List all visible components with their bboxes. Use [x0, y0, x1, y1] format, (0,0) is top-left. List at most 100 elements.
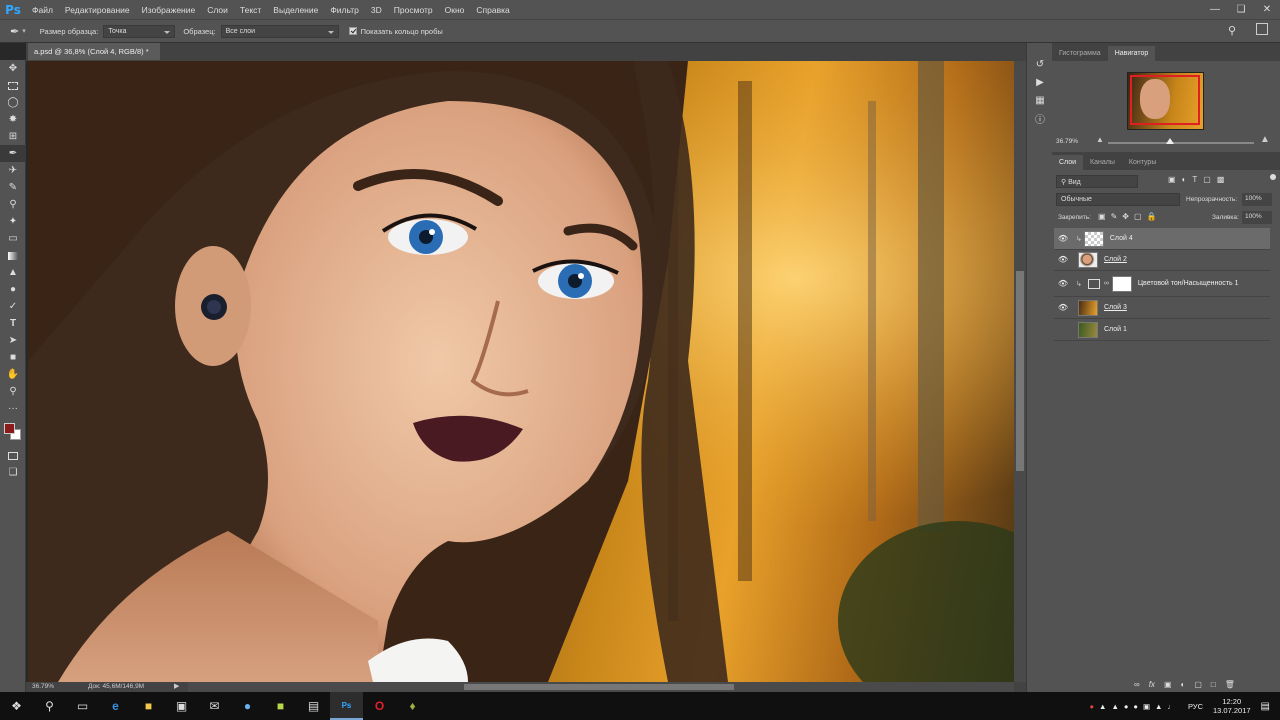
games-app-icon[interactable]: ♦: [396, 692, 429, 720]
move-tool-icon[interactable]: ✥: [0, 60, 26, 77]
brush-tool-icon[interactable]: ✎: [0, 179, 26, 196]
opera-browser-icon[interactable]: O: [363, 692, 396, 720]
close-icon[interactable]: ✕: [1254, 0, 1280, 19]
filter-adjustment-icon[interactable]: ◐: [1182, 175, 1187, 184]
tool-preset-chevron-icon[interactable]: ▾: [22, 27, 26, 35]
zoom-out-icon[interactable]: ▲: [1096, 135, 1104, 144]
menu-view[interactable]: Просмотр: [388, 5, 439, 15]
task-view-icon[interactable]: ▭: [66, 692, 99, 720]
filter-type-icon[interactable]: T: [1192, 175, 1197, 184]
delete-layer-icon[interactable]: 🗑: [1225, 680, 1235, 689]
tab-paths[interactable]: Контуры: [1122, 155, 1163, 170]
horizontal-scrollbar[interactable]: [188, 682, 1014, 692]
color-swatches[interactable]: [0, 417, 26, 447]
lock-artboard-icon[interactable]: ▢: [1134, 212, 1142, 221]
menu-help[interactable]: Справка: [470, 5, 515, 15]
eyedropper-tool-icon[interactable]: ✒: [10, 25, 19, 38]
status-arrow-icon[interactable]: ▶: [174, 682, 179, 690]
vertical-scrollbar[interactable]: [1014, 61, 1026, 682]
menu-3d[interactable]: 3D: [365, 5, 388, 15]
type-tool-icon[interactable]: T: [0, 315, 26, 332]
start-windows-icon[interactable]: ❖: [0, 692, 33, 720]
properties-panel-icon[interactable]: ▦: [1027, 91, 1053, 109]
search-icon[interactable]: ⚲: [33, 692, 66, 720]
language-indicator[interactable]: РУС: [1188, 702, 1203, 711]
filter-smart-object-icon[interactable]: ▩: [1217, 175, 1225, 184]
path-selection-icon[interactable]: ➤: [0, 332, 26, 349]
actions-play-icon[interactable]: ▶: [1027, 73, 1053, 91]
layer-visibility-icon[interactable]: 👁: [1054, 234, 1072, 243]
edge-browser-icon[interactable]: e: [99, 692, 132, 720]
opacity-value[interactable]: 100%: [1242, 193, 1272, 206]
menu-filter[interactable]: Фильтр: [324, 5, 365, 15]
new-adjustment-icon[interactable]: ◐: [1181, 680, 1186, 689]
screen-mode-icon[interactable]: ❏: [0, 464, 26, 481]
menu-layer[interactable]: Слои: [201, 5, 234, 15]
dodge-tool-icon[interactable]: ●: [0, 281, 26, 298]
clock[interactable]: 12:20 13.07.2017: [1213, 697, 1251, 715]
pen-tool-icon[interactable]: ✓: [0, 298, 26, 315]
workspace-icon[interactable]: [1256, 23, 1268, 35]
more-tools-icon[interactable]: ···: [0, 400, 26, 417]
navigator-thumbnail[interactable]: [1127, 72, 1204, 130]
navigator-zoom-thumb[interactable]: [1166, 138, 1174, 144]
menu-image[interactable]: Изображение: [136, 5, 202, 15]
mail-icon[interactable]: ✉: [198, 692, 231, 720]
gradient-tool-icon[interactable]: [0, 247, 26, 264]
layer-visibility-icon[interactable]: 👁: [1054, 279, 1072, 288]
marquee-tool-icon[interactable]: [0, 77, 26, 94]
kind-filter-dropdown[interactable]: ⚲ Вид: [1056, 175, 1138, 188]
zoom-in-icon[interactable]: ▲: [1260, 134, 1270, 145]
healing-brush-icon[interactable]: ✈: [0, 162, 26, 179]
navigator-view-box[interactable]: [1130, 75, 1200, 125]
zoom-readout[interactable]: 36.79%: [32, 683, 54, 690]
eraser-tool-icon[interactable]: ▭: [0, 230, 26, 247]
hand-tool-icon[interactable]: ✋: [0, 366, 26, 383]
document-tab[interactable]: a.psd @ 36,8% (Слой 4, RGB/8) *: [28, 43, 160, 60]
info-panel-icon[interactable]: ⓘ: [1027, 109, 1053, 127]
layer-row-4[interactable]: 👁 ↳ Слой 4: [1054, 228, 1270, 250]
restore-icon[interactable]: ❏: [1228, 0, 1254, 19]
filter-shape-icon[interactable]: ▢: [1203, 175, 1211, 184]
photoshop-taskbar-icon[interactable]: Ps: [330, 692, 363, 720]
history-brush-icon[interactable]: ✦: [0, 213, 26, 230]
layer-visibility-icon[interactable]: 👁: [1054, 255, 1072, 264]
file-explorer-icon[interactable]: ■: [132, 692, 165, 720]
menu-window[interactable]: Окно: [439, 5, 471, 15]
layer-row-1[interactable]: Слой 1: [1054, 319, 1270, 341]
tray-app-icons[interactable]: ●▲▲●●▣▲♩: [1090, 702, 1180, 711]
filter-pixel-icon[interactable]: ▣: [1168, 175, 1176, 184]
tab-layers[interactable]: Слои: [1052, 155, 1084, 170]
history-panel-icon[interactable]: ↺: [1027, 55, 1053, 73]
navigator-zoom-slider[interactable]: [1108, 138, 1254, 144]
eyedropper-icon[interactable]: ✒: [0, 145, 26, 162]
quick-mask-icon[interactable]: [0, 447, 26, 464]
notifications-icon[interactable]: ▤: [1261, 701, 1270, 712]
search-icon[interactable]: ⚲: [1228, 24, 1236, 37]
blend-mode-dropdown[interactable]: Обычные: [1056, 193, 1180, 206]
menu-file[interactable]: Файл: [26, 5, 59, 15]
show-ring-checkbox[interactable]: [348, 27, 357, 35]
lock-transparent-icon[interactable]: ▣: [1098, 212, 1106, 221]
tab-histogram[interactable]: Гистограмма: [1052, 46, 1108, 61]
fill-value[interactable]: 100%: [1242, 211, 1272, 224]
notes-app-icon[interactable]: ■: [264, 692, 297, 720]
layer-style-icon[interactable]: fx: [1149, 680, 1155, 689]
new-layer-icon[interactable]: □: [1211, 680, 1216, 689]
tab-navigator[interactable]: Навигатор: [1107, 46, 1156, 61]
lock-all-icon[interactable]: 🔒: [1147, 212, 1157, 221]
blur-tool-icon[interactable]: ▲: [0, 264, 26, 281]
shape-tool-icon[interactable]: ■: [0, 349, 26, 366]
minimize-icon[interactable]: —: [1202, 0, 1228, 19]
document-canvas[interactable]: [28, 61, 1014, 682]
tab-channels[interactable]: Каналы: [1083, 155, 1122, 170]
new-group-icon[interactable]: ▢: [1194, 680, 1202, 689]
crop-tool-icon[interactable]: ⊞: [0, 128, 26, 145]
lock-pixels-icon[interactable]: ✎: [1111, 212, 1118, 221]
navigator-zoom[interactable]: 36.79%: [1056, 138, 1078, 145]
lasso-tool-icon[interactable]: ◯: [0, 94, 26, 111]
menu-edit[interactable]: Редактирование: [59, 5, 136, 15]
mask-link-icon[interactable]: ∞: [1104, 280, 1109, 287]
filter-toggle-icon[interactable]: [1270, 174, 1276, 180]
store-icon[interactable]: ▣: [165, 692, 198, 720]
